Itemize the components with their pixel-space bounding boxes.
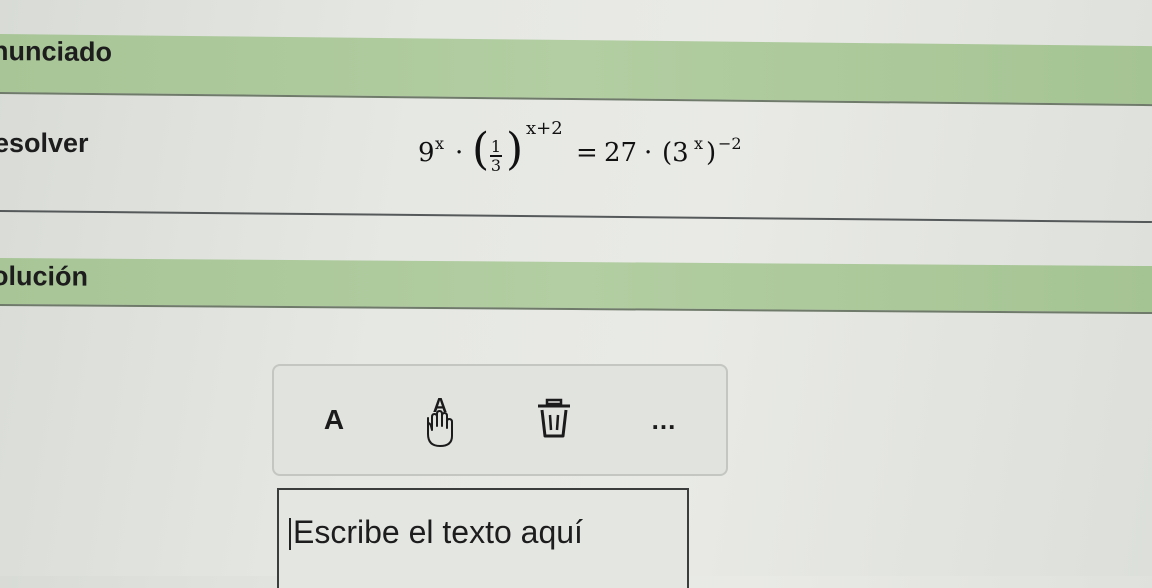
delete-button[interactable] [524, 390, 584, 450]
answer-text-input[interactable]: Escribe el texto aquí [277, 488, 689, 588]
trash-icon [538, 398, 570, 438]
editor-toolbar: A A ... [272, 364, 728, 476]
section-divider [0, 210, 1152, 224]
lhs-exponent: x [435, 134, 445, 153]
rhs-base: (3 [662, 138, 689, 168]
task-label: esolver [0, 128, 89, 158]
paren-exponent: x+2 [526, 118, 563, 139]
open-paren: ( [472, 124, 490, 175]
text-tool-label: A [323, 404, 345, 435]
equals-sign: = [576, 138, 598, 168]
fraction: 1 3 [490, 138, 502, 174]
text-caret [289, 518, 291, 550]
fraction-numerator: 1 [490, 137, 502, 156]
solution-header: olución [0, 258, 1152, 315]
text-tool-button[interactable]: A [304, 390, 364, 450]
hand-text-button[interactable]: A [410, 390, 470, 450]
answer-placeholder: Escribe el texto aquí [293, 514, 583, 550]
lhs-base: 9 [418, 138, 435, 168]
more-options-button[interactable]: ... [634, 390, 694, 450]
dot-operator-2: · [644, 138, 653, 168]
more-options-label: ... [651, 404, 677, 435]
solution-title: olución [0, 260, 88, 292]
hand-text-icon: A [427, 395, 453, 447]
rhs-coefficient: 27 [604, 138, 638, 168]
rhs-inner-exponent: x [694, 134, 704, 153]
dot-operator: · [455, 138, 464, 168]
rhs-exponent: −2 [718, 134, 742, 153]
fraction-denominator: 3 [490, 155, 502, 175]
rhs-close-paren: ) [706, 138, 717, 168]
close-paren: ) [506, 124, 524, 175]
statement-header: nunciado [0, 34, 1152, 107]
statement-title: nunciado [0, 35, 112, 68]
